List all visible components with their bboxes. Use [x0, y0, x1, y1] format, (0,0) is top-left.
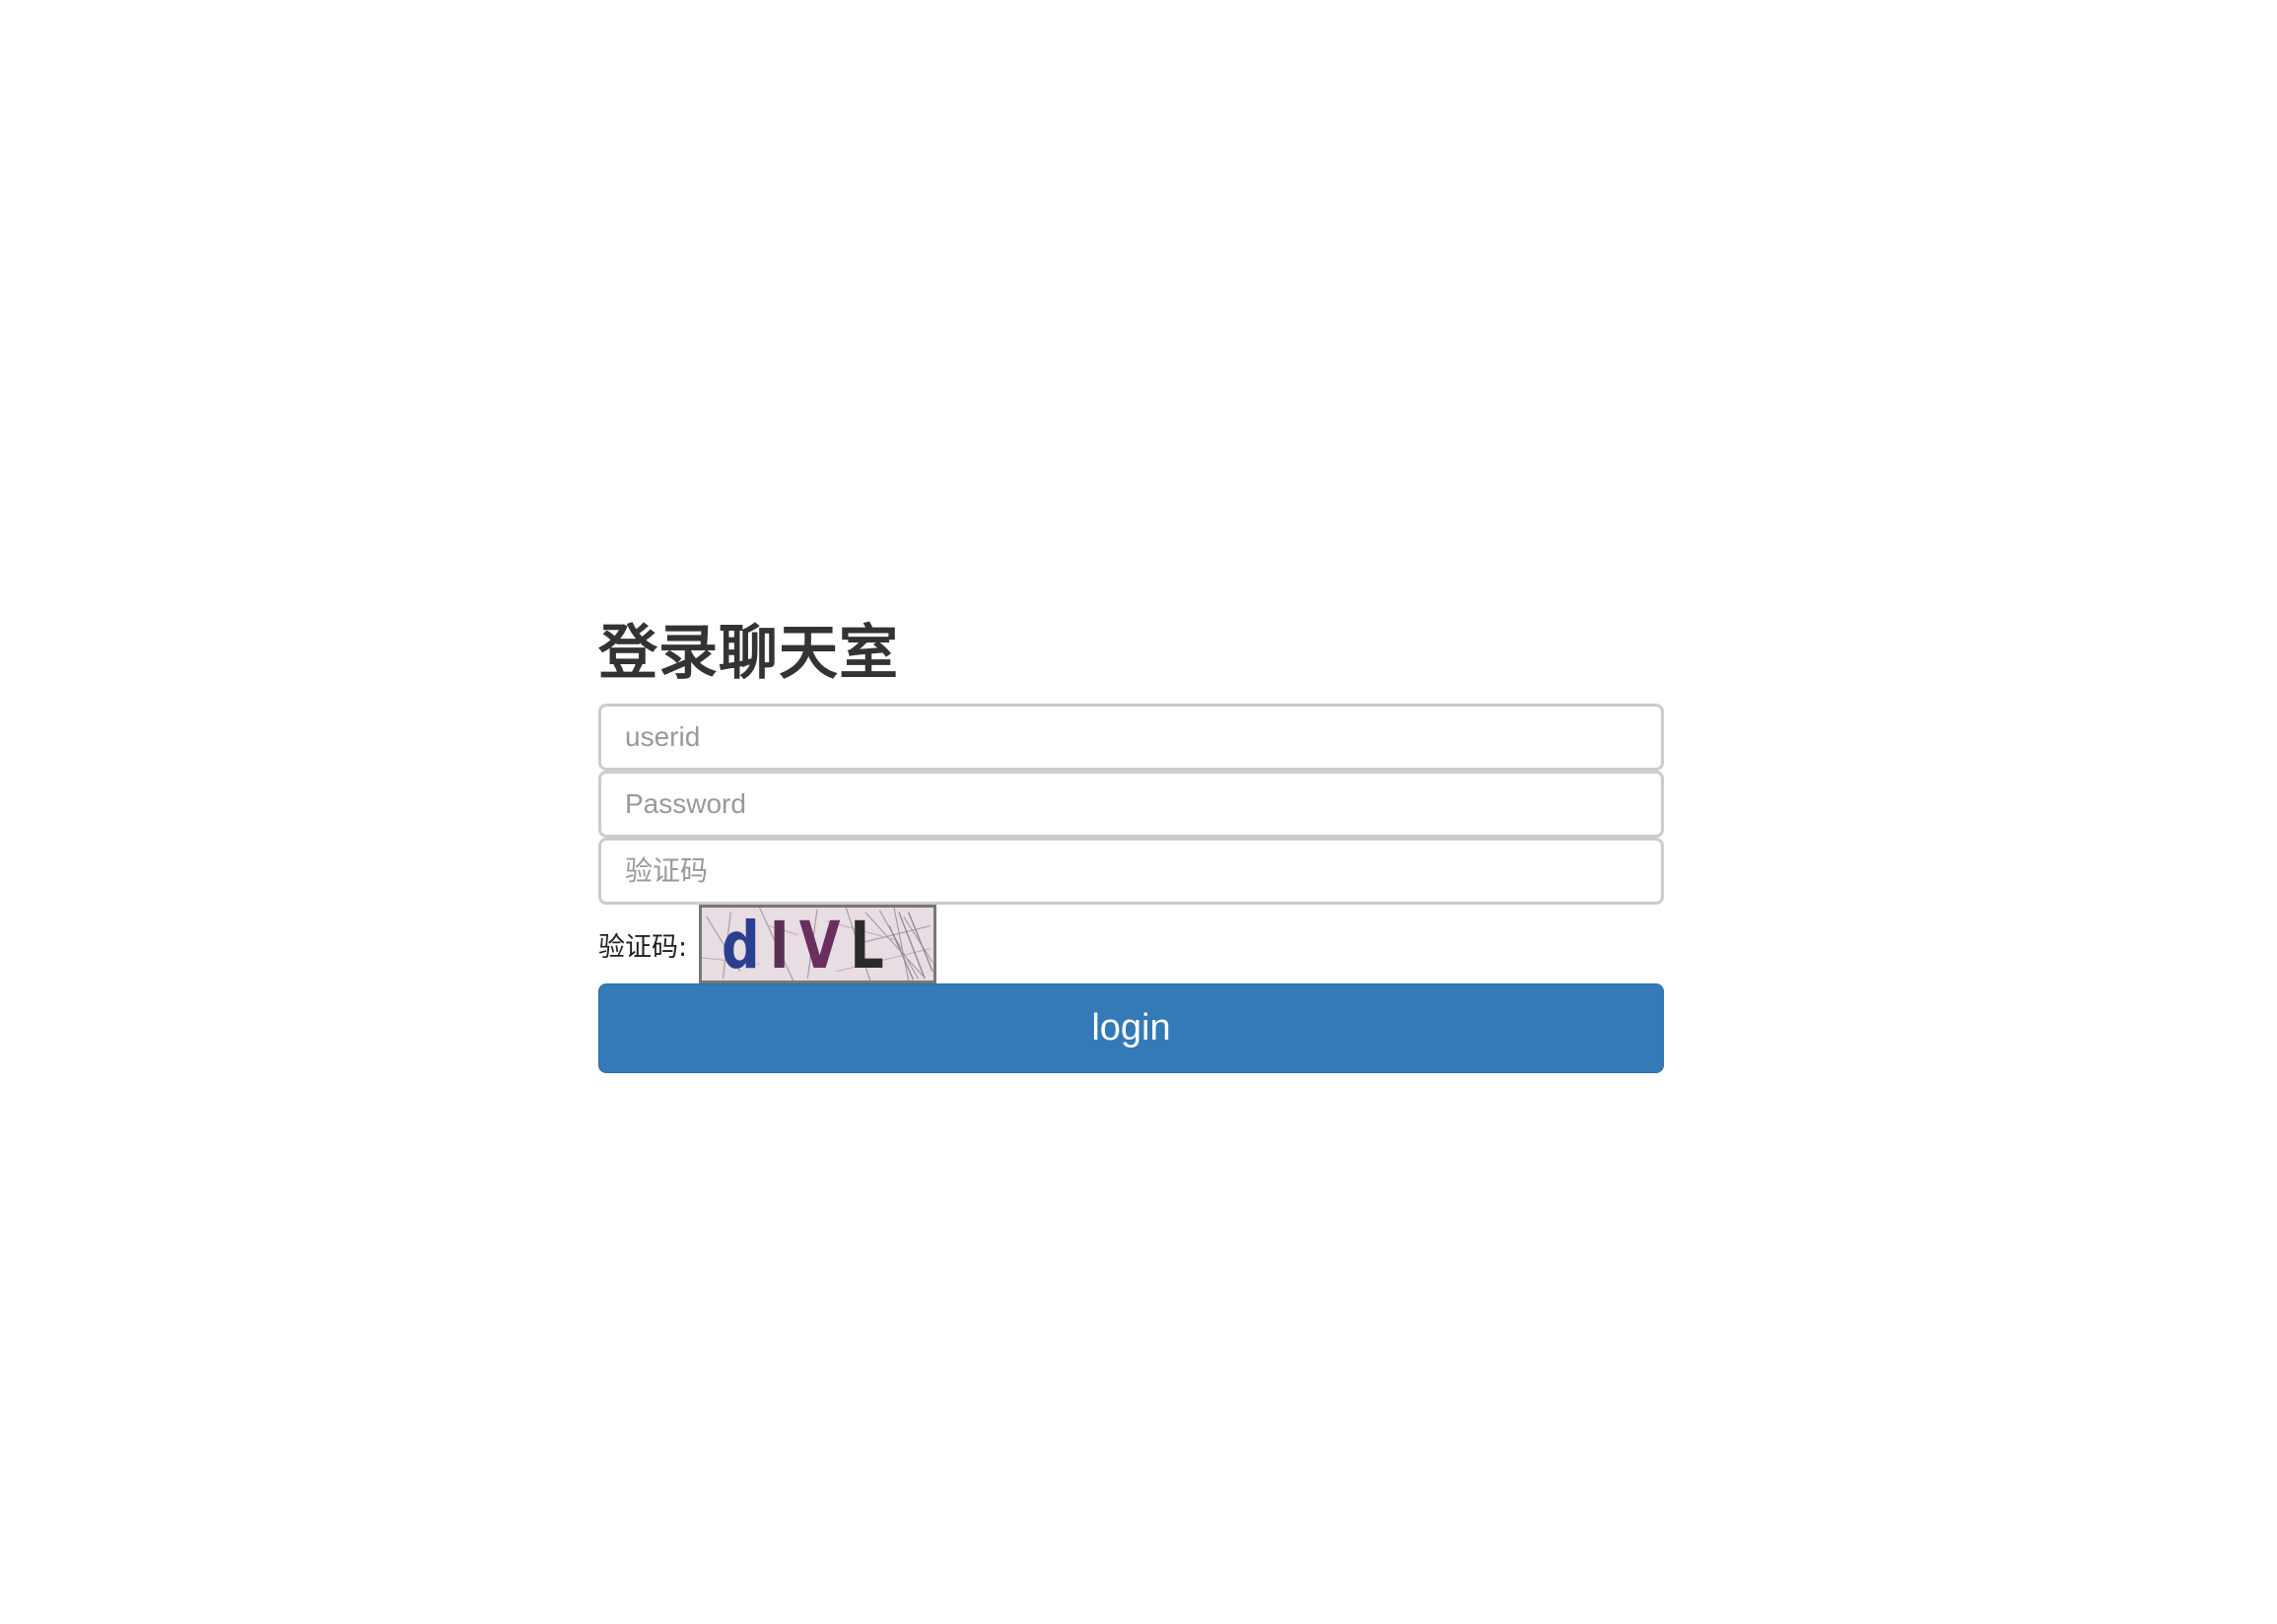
captcha-char: L [850, 908, 894, 983]
userid-input[interactable] [598, 704, 1664, 771]
password-input[interactable] [598, 771, 1664, 838]
captcha-row: 验证码: dIVL [598, 905, 1664, 983]
page-title: 登录聊天室 [598, 619, 899, 688]
captcha-input[interactable] [598, 838, 1664, 905]
captcha-image[interactable]: dIVL [699, 905, 937, 983]
login-button[interactable]: login [598, 983, 1664, 1073]
captcha-char: I [769, 908, 799, 983]
captcha-label: 验证码: [598, 931, 688, 963]
login-form: 登录聊天室 验证码: dIVL login [598, 603, 1664, 1073]
captcha-text: dIVL [722, 908, 894, 983]
captcha-char: V [798, 908, 851, 983]
captcha-char: d [722, 908, 770, 983]
